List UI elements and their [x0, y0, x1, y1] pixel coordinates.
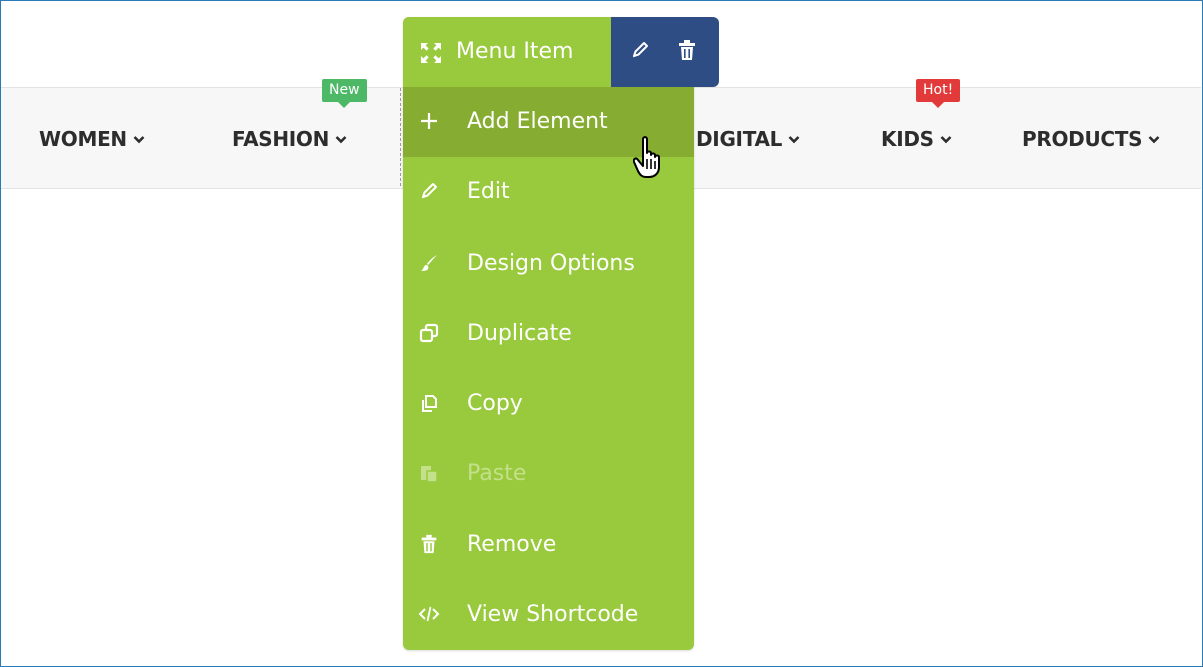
chevron-down-icon — [335, 125, 347, 149]
paste-icon — [421, 466, 438, 483]
code-icon — [418, 606, 440, 622]
hot-badge: Hot! — [916, 79, 961, 108]
menu-item-view-shortcode[interactable]: View Shortcode — [403, 580, 694, 650]
nav-item-digital[interactable]: DIGITAL — [696, 125, 800, 151]
new-badge: New — [322, 79, 367, 108]
menu-item-copy[interactable]: Copy — [403, 369, 694, 439]
menu-header: Menu Item — [403, 17, 719, 87]
move-icon — [421, 43, 441, 63]
pencil-icon — [422, 183, 437, 199]
chevron-down-icon — [788, 125, 800, 149]
nav-item-fashion[interactable]: FASHION — [232, 125, 347, 151]
menu-item-label: Remove — [467, 532, 557, 557]
nav-item-label: DIGITAL — [696, 127, 783, 151]
trash-icon[interactable] — [676, 38, 698, 62]
nav-item-kids[interactable]: KIDS — [881, 125, 952, 151]
nav-item-products[interactable]: PRODUCTS — [1022, 125, 1160, 151]
menu-item-label: Paste — [467, 461, 527, 486]
menu-item-design-options[interactable]: Design Options — [403, 229, 694, 299]
chevron-down-icon — [133, 125, 145, 149]
chevron-down-icon — [1148, 125, 1160, 149]
plus-icon — [421, 113, 437, 129]
menu-item-label: Duplicate — [467, 321, 572, 346]
paintbrush-icon — [421, 255, 437, 271]
menu-item-duplicate[interactable]: Duplicate — [403, 299, 694, 369]
selected-item-outline — [400, 88, 402, 186]
hand-pointer-cursor-icon — [633, 136, 660, 178]
menu-title: Menu Item — [456, 39, 574, 64]
duplicate-icon — [419, 323, 439, 343]
element-context-menu: Menu Item Add Element Edit Design Option… — [403, 17, 719, 650]
menu-item-paste[interactable]: Paste — [403, 439, 694, 509]
trash-icon — [421, 534, 437, 554]
menu-item-label: Edit — [467, 179, 510, 204]
copy-icon — [422, 395, 437, 412]
nav-item-women[interactable]: WOMEN — [39, 125, 145, 151]
pencil-icon[interactable] — [629, 39, 651, 61]
nav-item-label: KIDS — [881, 127, 934, 151]
menu-item-remove[interactable]: Remove — [403, 510, 694, 580]
nav-item-label: WOMEN — [39, 127, 127, 151]
menu-header-actions — [611, 17, 719, 87]
menu-item-label: Design Options — [467, 251, 635, 276]
chevron-down-icon — [940, 125, 952, 149]
menu-item-label: View Shortcode — [467, 602, 639, 627]
menu-item-label: Add Element — [467, 109, 608, 134]
nav-item-label: PRODUCTS — [1022, 127, 1143, 151]
nav-item-label: FASHION — [232, 127, 330, 151]
menu-title-zone[interactable]: Menu Item — [403, 17, 611, 87]
menu-item-label: Copy — [467, 391, 523, 416]
